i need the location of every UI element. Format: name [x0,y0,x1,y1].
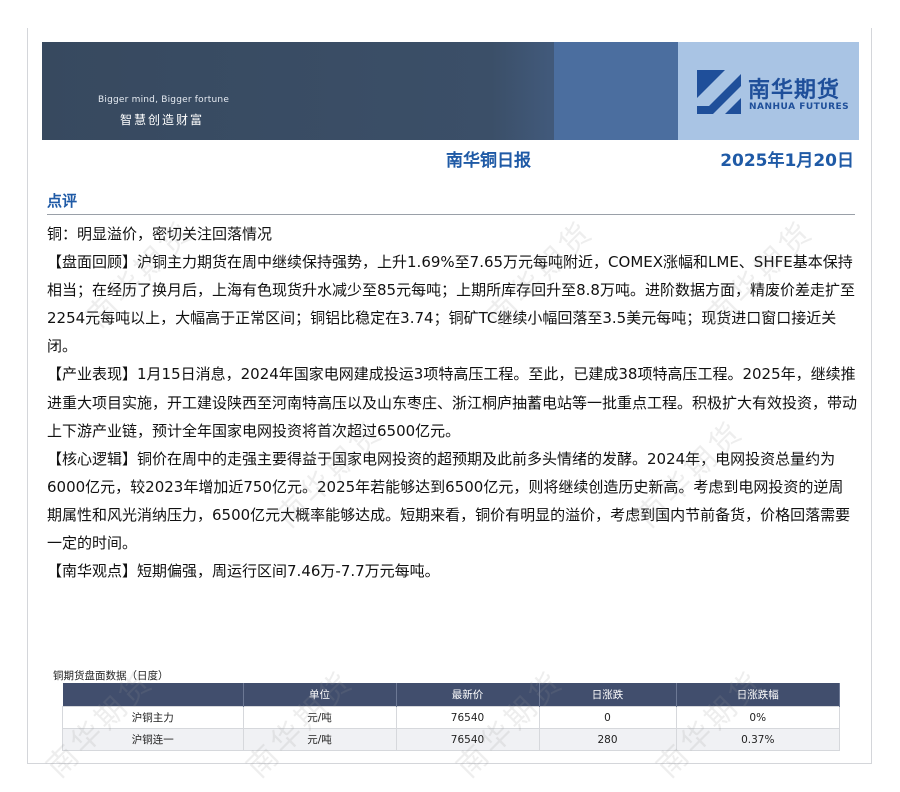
table-header-cell: 日涨跌幅 [676,683,840,707]
logo-wordmark-en: NANHUA FUTURES [749,102,850,112]
table-header-cell: 最新价 [396,683,540,707]
table-cell: 元/吨 [242,706,397,729]
table-header-cell: 日涨跌 [539,683,677,707]
table-caption: 铜期货盘面数据（日度） [53,670,169,682]
report-title: 南华铜日报 [446,151,531,171]
table-header-cell: 单位 [243,683,397,707]
nanhua-logo-icon [697,70,741,114]
commentary-body: 铜：明显溢价，密切关注回落情况 【盘面回顾】沪铜主力期货在周中继续保持强势，上升… [47,220,857,585]
table-cell: 0% [675,706,840,729]
report-date: 2025年1月20日 [720,151,854,171]
header-banner: Bigger mind, Bigger fortune 智慧创造财富 南华期货 … [42,42,859,140]
paragraph-core-logic: 【核心逻辑】铜价在周中的走强主要得益于国家电网投资的超预期及此前多头情绪的发酵。… [47,449,851,553]
logo-wordmark-cn: 南华期货 [748,78,841,103]
section-heading: 点评 [47,192,78,210]
paragraph-market-review: 【盘面回顾】沪铜主力期货在周中继续保持强势，上升1.69%至7.65万元每吨附近… [47,253,855,356]
table-cell: 元/吨 [242,728,397,751]
paragraph-nanhua-view: 【南华观点】短期偏强，周运行区间7.46万-7.7万元每吨。 [47,562,440,581]
table-cell: 280 [538,728,677,751]
table-cell: 0.37% [675,728,840,751]
report-page: Bigger mind, Bigger fortune 智慧创造财富 南华期货 … [27,28,872,764]
table-header-cell [62,683,244,707]
paragraph-industry: 【产业表现】1月15日消息，2024年国家电网建成投运3项特高压工程。至此，已建… [47,365,858,440]
table-row: 沪铜连一 元/吨 76540 280 0.37% [62,728,840,751]
table-cell: 76540 [395,728,540,751]
table-header-row: 单位 最新价 日涨跌 日涨跌幅 [62,683,840,707]
table-cell: 76540 [395,706,540,729]
slogan-english: Bigger mind, Bigger fortune [98,95,230,105]
table-row: 沪铜主力 元/吨 76540 0 0% [62,706,840,729]
banner-band-mid [554,42,678,140]
table-cell: 沪铜主力 [62,706,244,729]
table-cell: 沪铜连一 [62,728,244,751]
table-cell: 0 [538,706,677,729]
futures-data-table: 单位 最新价 日涨跌 日涨跌幅 沪铜主力 元/吨 76540 0 0% 沪铜连一… [62,683,840,751]
commentary-summary: 铜：明显溢价，密切关注回落情况 [47,225,273,243]
section-divider [47,214,855,215]
slogan-chinese: 智慧创造财富 [120,113,205,127]
